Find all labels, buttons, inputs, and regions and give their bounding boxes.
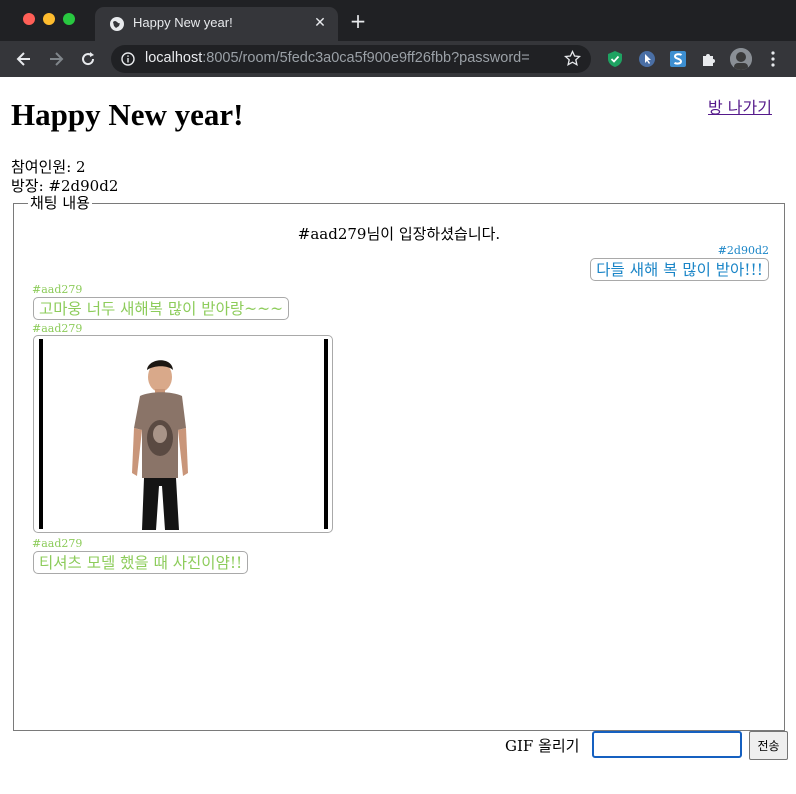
gif-upload-label: GIF 올리기	[505, 737, 580, 755]
minimize-window-button[interactable]	[43, 13, 55, 25]
close-window-button[interactable]	[23, 13, 35, 25]
profile-photo-icon	[730, 48, 752, 70]
message-sender: #aad279	[32, 283, 83, 296]
gif-frame-left	[39, 339, 43, 529]
message-sender: #aad279	[32, 322, 83, 335]
send-button[interactable]: 전송	[749, 731, 788, 760]
profile-avatar[interactable]	[730, 48, 752, 70]
info-icon[interactable]	[121, 52, 135, 66]
reload-icon[interactable]	[78, 49, 98, 69]
chat-message-bubble: 고마웅 너두 새해복 많이 받아랑~~~	[33, 297, 290, 320]
participant-count: 참여인원: 2	[11, 158, 86, 176]
chat-message-bubble: 티셔츠 모델 했을 때 사진이얌!!	[33, 551, 249, 574]
url-text: localhost:8005/room/5fedc3a0ca5f900e9ff2…	[145, 50, 557, 66]
system-message: #aad279님이 입장하셨습니다.	[297, 225, 501, 243]
maximize-window-button[interactable]	[63, 13, 75, 25]
person-photo-icon	[132, 360, 188, 530]
close-tab-icon[interactable]: ✕	[312, 15, 328, 31]
leave-room-link[interactable]: 방 나가기	[708, 94, 772, 118]
gif-upload-input[interactable]	[592, 731, 742, 758]
gif-frame-right	[324, 339, 328, 529]
browser-toolbar: localhost:8005/room/5fedc3a0ca5f900e9ff2…	[0, 41, 796, 77]
pointer-extension-icon[interactable]	[638, 50, 656, 68]
address-bar[interactable]: localhost:8005/room/5fedc3a0ca5f900e9ff2…	[111, 45, 591, 73]
chat-message-bubble: 다들 새해 복 많이 받아!!!	[590, 258, 769, 281]
more-menu-icon[interactable]	[770, 51, 776, 67]
new-tab-icon[interactable]: +	[349, 11, 367, 31]
puzzle-extensions-icon[interactable]	[700, 50, 718, 68]
chat-fieldset: 채팅 내용 #aad279님이 입장하셨습니다. #2d90d2 다들 새해 복…	[13, 194, 785, 731]
s-extension-icon[interactable]	[669, 50, 687, 68]
tab-title: Happy New year!	[133, 15, 233, 30]
page-content: Happy New year! 방 나가기 참여인원: 2 방장: #2d90d…	[0, 77, 796, 794]
globe-icon	[110, 17, 124, 31]
url-path: :8005/room/5fedc3a0ca5f900e9ff26fbb?pass…	[202, 50, 530, 66]
browser-chrome: Happy New year! ✕ + localhost:8005/room/…	[0, 0, 796, 77]
message-sender: #aad279	[32, 537, 83, 550]
chat-legend: 채팅 내용	[28, 194, 92, 212]
message-sender: #2d90d2	[717, 244, 769, 257]
forward-arrow-icon[interactable]	[46, 49, 66, 69]
bookmark-star-icon[interactable]	[564, 50, 581, 67]
back-arrow-icon[interactable]	[14, 49, 34, 69]
room-host: 방장: #2d90d2	[11, 177, 119, 195]
url-host: localhost	[145, 50, 203, 66]
shield-extension-icon[interactable]	[606, 50, 624, 68]
room-title: Happy New year!	[11, 97, 244, 132]
gif-message[interactable]	[33, 335, 333, 533]
browser-tab[interactable]: Happy New year! ✕	[95, 7, 338, 41]
